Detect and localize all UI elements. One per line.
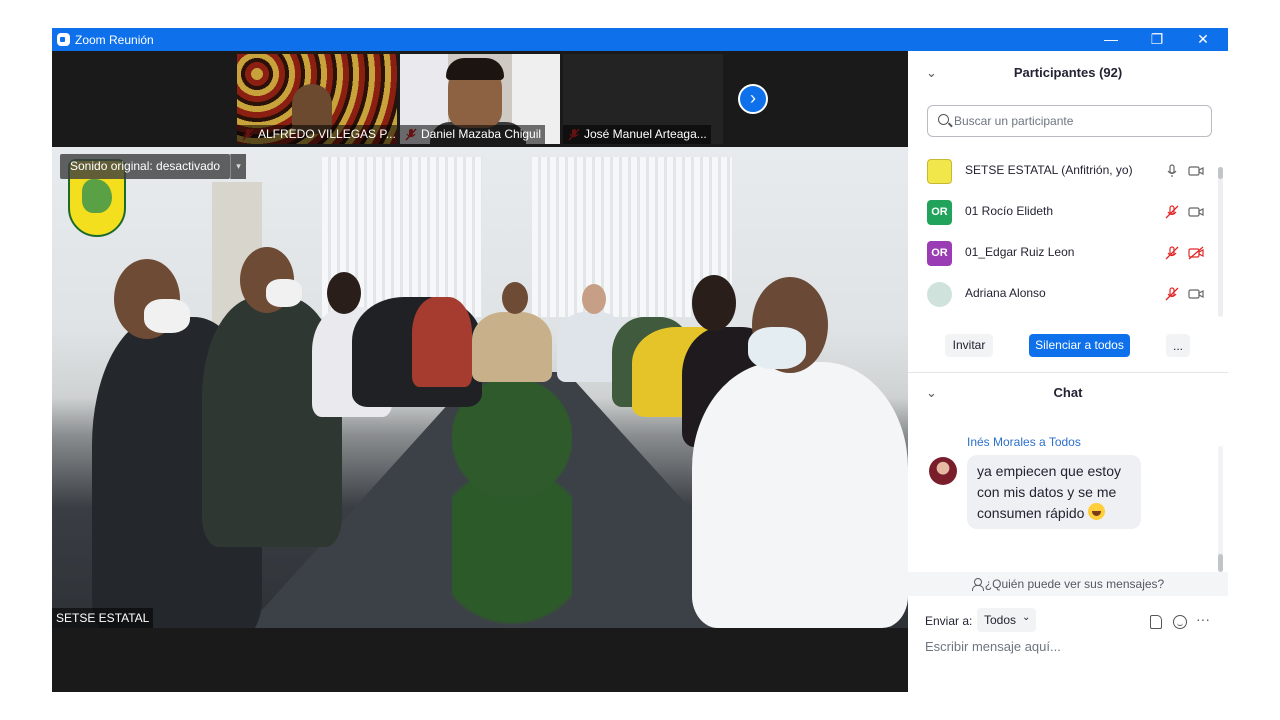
video-camera-icon[interactable] xyxy=(1188,164,1204,178)
person-icon xyxy=(971,578,984,591)
mute-all-button[interactable]: Silenciar a todos xyxy=(1029,334,1130,357)
video-thumbnail[interactable]: José Manuel Arteaga... xyxy=(563,54,723,144)
mic-icon[interactable] xyxy=(1165,164,1179,178)
person-head xyxy=(502,282,528,314)
file-icon[interactable] xyxy=(1150,615,1162,629)
speaker-name-label: SETSE ESTATAL xyxy=(52,608,154,628)
thumbnail-name: José Manuel Arteaga... xyxy=(563,125,711,144)
muted-mic-icon[interactable] xyxy=(1165,246,1179,260)
message-input[interactable] xyxy=(925,635,1215,657)
search-icon xyxy=(938,114,949,125)
side-panel: ⌄ Participantes (92) SETSE ESTATAL (Anfi… xyxy=(908,51,1228,692)
participant-name: 01 Rocío Elideth xyxy=(965,204,1054,218)
person-head xyxy=(692,275,736,331)
participant-search[interactable] xyxy=(927,105,1212,137)
participant-row[interactable]: OR 01 Rocío Elideth xyxy=(908,192,1208,233)
close-button[interactable]: ✕ xyxy=(1180,28,1226,51)
participant-list: SETSE ESTATAL (Anfitrión, yo) OR 01 Rocí… xyxy=(908,151,1223,319)
chat-header: ⌄ Chat xyxy=(908,373,1228,413)
face-mask xyxy=(144,299,190,333)
privacy-info-link[interactable]: ¿Quién puede ver sus mensajes? xyxy=(908,572,1228,596)
thumbnail-name: Daniel Mazaba Chiguil xyxy=(400,125,546,144)
participant-row[interactable]: SETSE ESTATAL (Anfitrión, yo) xyxy=(908,151,1208,192)
participant-hair xyxy=(446,58,504,80)
more-options-button[interactable]: ... xyxy=(1166,334,1190,357)
send-to-label: Enviar a: xyxy=(925,614,973,628)
chat-scrollbar[interactable] xyxy=(1218,446,1223,572)
emoji-icon[interactable] xyxy=(1173,615,1187,629)
participant-scrollbar[interactable] xyxy=(1218,167,1223,317)
collapse-chevron-icon[interactable]: ⌄ xyxy=(926,53,937,93)
zoom-logo-icon xyxy=(57,33,70,46)
person-head xyxy=(582,284,606,314)
person-figure xyxy=(692,362,908,628)
participant-name: SETSE ESTATAL (Anfitrión, yo) xyxy=(965,163,1133,177)
participant-name: 01_Edgar Ruiz Leon xyxy=(965,245,1075,259)
grinning-face-icon xyxy=(1088,503,1106,520)
collapse-chevron-icon[interactable]: ⌄ xyxy=(926,373,937,413)
participant-name: Adriana Alonso xyxy=(965,286,1046,300)
avatar xyxy=(929,457,957,485)
window-title: Zoom Reunión xyxy=(75,33,154,47)
zoom-window: Zoom Reunión — ❐ ✕ ALFREDO VILLEGAS P...… xyxy=(52,28,1228,692)
person-figure xyxy=(472,312,552,382)
chat-title: Chat xyxy=(1053,385,1083,400)
participants-header: ⌄ Participantes (92) xyxy=(908,53,1228,93)
recipient-value: Todos xyxy=(984,613,1017,627)
more-icon[interactable]: ··· xyxy=(1196,611,1210,627)
chevron-down-icon[interactable]: ▾ xyxy=(230,154,246,179)
avatar xyxy=(927,282,952,307)
participants-title: Participantes (92) xyxy=(1013,65,1123,80)
thumbnail-name: ALFREDO VILLEGAS P... xyxy=(237,125,397,144)
invite-button[interactable]: Invitar xyxy=(945,334,993,357)
video-thumbnail[interactable]: Daniel Mazaba Chiguil xyxy=(400,54,560,144)
video-area: ALFREDO VILLEGAS P... Daniel Mazaba Chig… xyxy=(52,51,908,692)
next-page-button[interactable]: › xyxy=(738,84,768,114)
search-input[interactable] xyxy=(954,112,1204,130)
original-sound-badge[interactable]: Sonido original: desactivado xyxy=(60,154,231,179)
title-bar: Zoom Reunión — ❐ ✕ xyxy=(52,28,1228,51)
video-off-icon[interactable] xyxy=(1188,246,1204,260)
avatar: OR xyxy=(927,200,952,225)
active-speaker-video: Sonido original: desactivado ▾ SETSE EST… xyxy=(52,147,908,628)
video-thumbnail-strip: ALFREDO VILLEGAS P... Daniel Mazaba Chig… xyxy=(52,51,908,147)
maximize-button[interactable]: ❐ xyxy=(1134,28,1180,51)
participant-row[interactable]: OR 01_Edgar Ruiz Leon xyxy=(908,233,1208,274)
face-mask xyxy=(748,327,806,369)
avatar: OR xyxy=(927,241,952,266)
face-mask xyxy=(266,279,302,307)
muted-mic-icon[interactable] xyxy=(1165,287,1179,301)
participant-row[interactable]: Adriana Alonso xyxy=(908,274,1208,315)
minimize-button[interactable]: — xyxy=(1088,28,1134,51)
participant-row[interactable] xyxy=(908,315,1208,319)
video-camera-icon[interactable] xyxy=(1188,205,1204,219)
video-camera-icon[interactable] xyxy=(1188,287,1204,301)
avatar xyxy=(927,159,952,184)
video-thumbnail[interactable]: ALFREDO VILLEGAS P... xyxy=(237,54,397,144)
muted-mic-icon[interactable] xyxy=(1165,205,1179,219)
person-figure xyxy=(412,297,472,387)
chat-message: ya empiecen que estoy con mis datos y se… xyxy=(967,455,1141,529)
message-sender: Inés Morales a Todos xyxy=(967,435,1081,449)
person-head xyxy=(327,272,361,314)
chevron-down-icon: ⌄ xyxy=(1022,612,1031,623)
recipient-select[interactable]: Todos ⌄ xyxy=(977,608,1036,632)
privacy-text: ¿Quién puede ver sus mensajes? xyxy=(984,577,1165,591)
